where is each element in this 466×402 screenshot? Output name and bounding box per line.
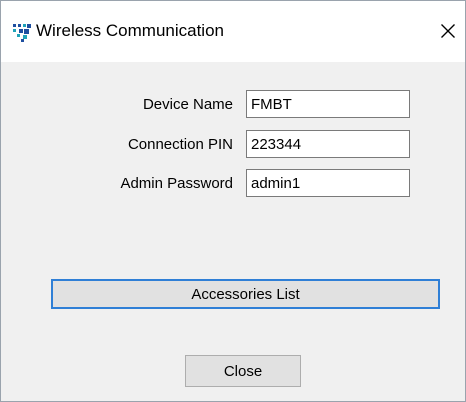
app-dots-icon <box>13 24 31 42</box>
title-bar: Wireless Communication <box>1 1 465 62</box>
window-title: Wireless Communication <box>36 21 224 40</box>
admin-password-field[interactable] <box>246 169 410 197</box>
admin-password-label: Admin Password <box>120 175 233 192</box>
close-button[interactable]: Close <box>185 355 301 387</box>
close-icon[interactable] <box>433 14 463 48</box>
dialog-window: Wireless Communication Device Name Conne… <box>0 0 466 402</box>
device-name-field[interactable] <box>246 90 410 118</box>
connection-pin-field[interactable] <box>246 130 410 158</box>
connection-pin-label: Connection PIN <box>127 136 233 153</box>
accessories-list-button[interactable]: Accessories List <box>51 279 440 309</box>
device-name-label: Device Name <box>142 96 233 113</box>
dialog-body: Device Name Connection PIN Admin Passwor… <box>1 62 465 401</box>
